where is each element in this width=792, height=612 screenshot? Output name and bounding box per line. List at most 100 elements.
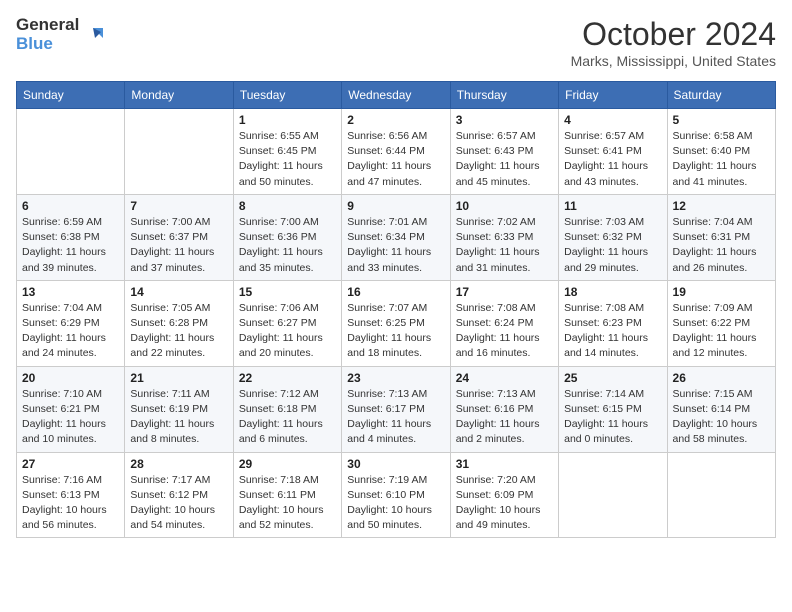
weekday-header: Tuesday [233,82,341,109]
day-detail: Sunrise: 7:18 AMSunset: 6:11 PMDaylight:… [239,473,336,534]
calendar-cell [667,452,775,538]
calendar-cell: 29 Sunrise: 7:18 AMSunset: 6:11 PMDaylig… [233,452,341,538]
day-detail: Sunrise: 6:58 AMSunset: 6:40 PMDaylight:… [673,129,770,190]
day-detail: Sunrise: 7:10 AMSunset: 6:21 PMDaylight:… [22,387,119,448]
day-number: 11 [564,199,661,213]
day-number: 1 [239,113,336,127]
calendar-cell: 13 Sunrise: 7:04 AMSunset: 6:29 PMDaylig… [17,280,125,366]
page-header: GeneralBlue October 2024 Marks, Mississi… [16,16,776,69]
calendar: SundayMondayTuesdayWednesdayThursdayFrid… [16,81,776,538]
day-detail: Sunrise: 7:00 AMSunset: 6:36 PMDaylight:… [239,215,336,276]
day-number: 25 [564,371,661,385]
day-number: 27 [22,457,119,471]
day-number: 9 [347,199,444,213]
day-number: 5 [673,113,770,127]
day-detail: Sunrise: 7:16 AMSunset: 6:13 PMDaylight:… [22,473,119,534]
calendar-cell [559,452,667,538]
day-detail: Sunrise: 7:01 AMSunset: 6:34 PMDaylight:… [347,215,444,276]
calendar-cell: 19 Sunrise: 7:09 AMSunset: 6:22 PMDaylig… [667,280,775,366]
day-detail: Sunrise: 7:00 AMSunset: 6:37 PMDaylight:… [130,215,227,276]
day-number: 3 [456,113,553,127]
day-detail: Sunrise: 6:56 AMSunset: 6:44 PMDaylight:… [347,129,444,190]
day-number: 8 [239,199,336,213]
day-number: 16 [347,285,444,299]
calendar-cell: 22 Sunrise: 7:12 AMSunset: 6:18 PMDaylig… [233,366,341,452]
calendar-cell: 12 Sunrise: 7:04 AMSunset: 6:31 PMDaylig… [667,194,775,280]
day-detail: Sunrise: 7:07 AMSunset: 6:25 PMDaylight:… [347,301,444,362]
day-number: 29 [239,457,336,471]
calendar-week-row: 13 Sunrise: 7:04 AMSunset: 6:29 PMDaylig… [17,280,776,366]
calendar-cell: 30 Sunrise: 7:19 AMSunset: 6:10 PMDaylig… [342,452,450,538]
day-detail: Sunrise: 7:04 AMSunset: 6:31 PMDaylight:… [673,215,770,276]
calendar-cell: 2 Sunrise: 6:56 AMSunset: 6:44 PMDayligh… [342,109,450,195]
day-number: 4 [564,113,661,127]
day-detail: Sunrise: 6:59 AMSunset: 6:38 PMDaylight:… [22,215,119,276]
title-block: October 2024 Marks, Mississippi, United … [571,16,776,69]
day-detail: Sunrise: 7:15 AMSunset: 6:14 PMDaylight:… [673,387,770,448]
day-number: 13 [22,285,119,299]
weekday-header-row: SundayMondayTuesdayWednesdayThursdayFrid… [17,82,776,109]
day-number: 22 [239,371,336,385]
day-detail: Sunrise: 7:13 AMSunset: 6:16 PMDaylight:… [456,387,553,448]
weekday-header: Monday [125,82,233,109]
calendar-cell: 10 Sunrise: 7:02 AMSunset: 6:33 PMDaylig… [450,194,558,280]
calendar-cell: 28 Sunrise: 7:17 AMSunset: 6:12 PMDaylig… [125,452,233,538]
day-number: 30 [347,457,444,471]
calendar-cell: 8 Sunrise: 7:00 AMSunset: 6:36 PMDayligh… [233,194,341,280]
calendar-cell: 17 Sunrise: 7:08 AMSunset: 6:24 PMDaylig… [450,280,558,366]
calendar-cell: 18 Sunrise: 7:08 AMSunset: 6:23 PMDaylig… [559,280,667,366]
day-number: 6 [22,199,119,213]
calendar-cell: 9 Sunrise: 7:01 AMSunset: 6:34 PMDayligh… [342,194,450,280]
day-detail: Sunrise: 7:08 AMSunset: 6:24 PMDaylight:… [456,301,553,362]
day-number: 19 [673,285,770,299]
calendar-cell [17,109,125,195]
day-number: 2 [347,113,444,127]
day-number: 26 [673,371,770,385]
day-number: 14 [130,285,227,299]
day-detail: Sunrise: 7:11 AMSunset: 6:19 PMDaylight:… [130,387,227,448]
day-detail: Sunrise: 6:57 AMSunset: 6:41 PMDaylight:… [564,129,661,190]
day-detail: Sunrise: 7:05 AMSunset: 6:28 PMDaylight:… [130,301,227,362]
calendar-week-row: 6 Sunrise: 6:59 AMSunset: 6:38 PMDayligh… [17,194,776,280]
calendar-cell: 1 Sunrise: 6:55 AMSunset: 6:45 PMDayligh… [233,109,341,195]
logo-text: GeneralBlue [16,16,79,53]
location: Marks, Mississippi, United States [571,53,776,69]
calendar-cell: 25 Sunrise: 7:14 AMSunset: 6:15 PMDaylig… [559,366,667,452]
weekday-header: Saturday [667,82,775,109]
calendar-week-row: 1 Sunrise: 6:55 AMSunset: 6:45 PMDayligh… [17,109,776,195]
day-number: 17 [456,285,553,299]
day-detail: Sunrise: 7:19 AMSunset: 6:10 PMDaylight:… [347,473,444,534]
calendar-cell: 11 Sunrise: 7:03 AMSunset: 6:32 PMDaylig… [559,194,667,280]
day-number: 15 [239,285,336,299]
logo: GeneralBlue [16,16,105,53]
calendar-cell: 24 Sunrise: 7:13 AMSunset: 6:16 PMDaylig… [450,366,558,452]
day-detail: Sunrise: 7:08 AMSunset: 6:23 PMDaylight:… [564,301,661,362]
weekday-header: Friday [559,82,667,109]
weekday-header: Thursday [450,82,558,109]
day-detail: Sunrise: 7:17 AMSunset: 6:12 PMDaylight:… [130,473,227,534]
day-number: 18 [564,285,661,299]
weekday-header: Wednesday [342,82,450,109]
weekday-header: Sunday [17,82,125,109]
calendar-week-row: 20 Sunrise: 7:10 AMSunset: 6:21 PMDaylig… [17,366,776,452]
day-detail: Sunrise: 7:03 AMSunset: 6:32 PMDaylight:… [564,215,661,276]
day-detail: Sunrise: 7:14 AMSunset: 6:15 PMDaylight:… [564,387,661,448]
calendar-cell: 3 Sunrise: 6:57 AMSunset: 6:43 PMDayligh… [450,109,558,195]
day-detail: Sunrise: 7:04 AMSunset: 6:29 PMDaylight:… [22,301,119,362]
calendar-cell: 5 Sunrise: 6:58 AMSunset: 6:40 PMDayligh… [667,109,775,195]
calendar-cell: 15 Sunrise: 7:06 AMSunset: 6:27 PMDaylig… [233,280,341,366]
day-number: 31 [456,457,553,471]
calendar-cell: 7 Sunrise: 7:00 AMSunset: 6:37 PMDayligh… [125,194,233,280]
calendar-cell: 23 Sunrise: 7:13 AMSunset: 6:17 PMDaylig… [342,366,450,452]
day-detail: Sunrise: 7:09 AMSunset: 6:22 PMDaylight:… [673,301,770,362]
day-number: 28 [130,457,227,471]
day-detail: Sunrise: 7:13 AMSunset: 6:17 PMDaylight:… [347,387,444,448]
day-number: 10 [456,199,553,213]
day-detail: Sunrise: 7:20 AMSunset: 6:09 PMDaylight:… [456,473,553,534]
calendar-cell: 31 Sunrise: 7:20 AMSunset: 6:09 PMDaylig… [450,452,558,538]
day-detail: Sunrise: 6:55 AMSunset: 6:45 PMDaylight:… [239,129,336,190]
calendar-cell: 27 Sunrise: 7:16 AMSunset: 6:13 PMDaylig… [17,452,125,538]
calendar-cell: 6 Sunrise: 6:59 AMSunset: 6:38 PMDayligh… [17,194,125,280]
day-number: 21 [130,371,227,385]
month-title: October 2024 [571,16,776,53]
